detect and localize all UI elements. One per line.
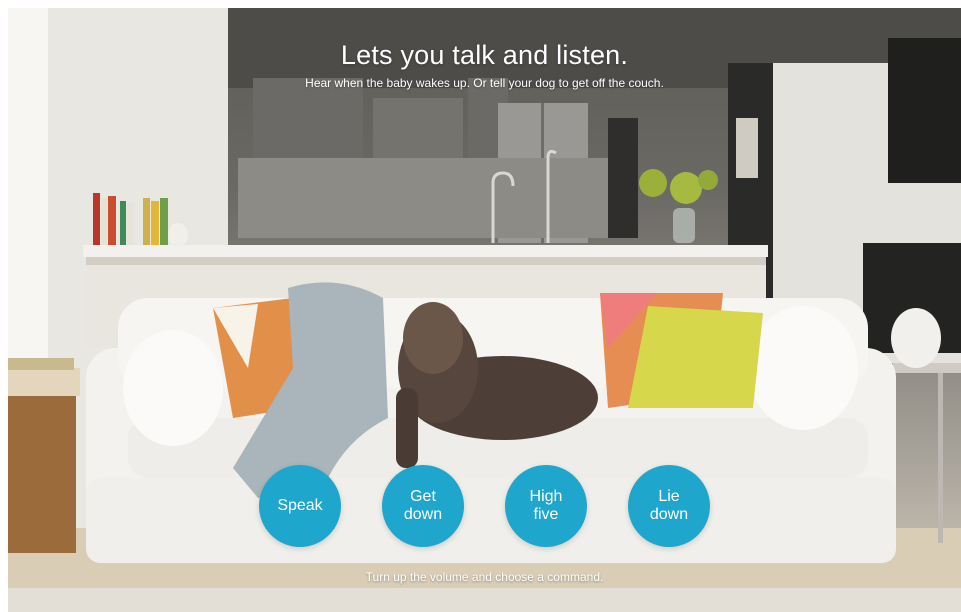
get-down-button[interactable]: Get down [382, 465, 464, 547]
lie-down-button[interactable]: Lie down [628, 465, 710, 547]
page: Lets you talk and listen. Hear when the … [0, 0, 961, 612]
speak-button-label: Speak [277, 497, 323, 514]
high-five-button[interactable]: High five [505, 465, 587, 547]
scene-illustration [8, 8, 961, 612]
get-down-button-label: Get down [403, 488, 443, 523]
page-subtitle: Hear when the baby wakes up. Or tell you… [305, 76, 664, 90]
lie-down-button-label: Lie down [649, 488, 689, 523]
speak-button[interactable]: Speak [259, 465, 341, 547]
instruction-text: Turn up the volume and choose a command. [365, 570, 604, 584]
living-room-photo: Lets you talk and listen. Hear when the … [8, 8, 961, 612]
high-five-button-label: High five [529, 488, 563, 523]
page-title: Lets you talk and listen. [340, 40, 629, 70]
